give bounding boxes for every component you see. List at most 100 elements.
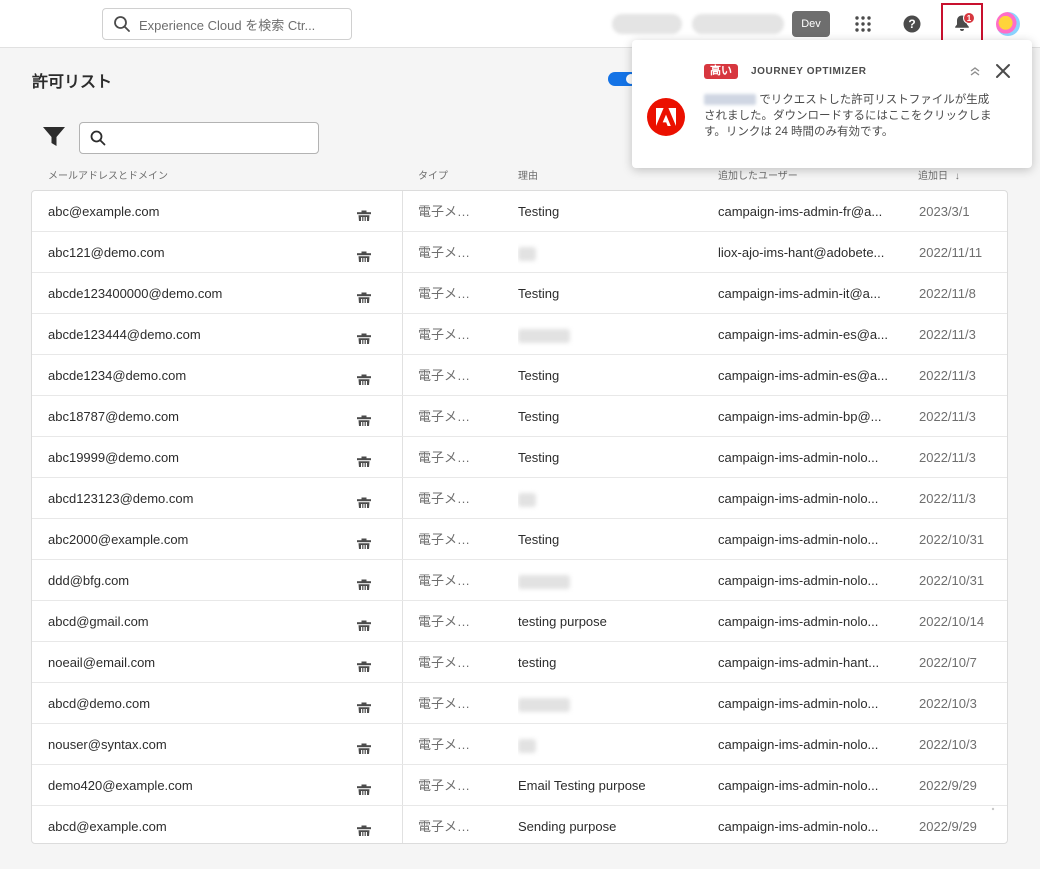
row-type: 電子メ…: [418, 327, 471, 342]
table-row[interactable]: abcd@gmail.com 電子メ… testing purpose campaig…: [32, 601, 1007, 642]
table-row[interactable]: abcd123123@demo.com 電子メ… campaign-ims-admi…: [32, 478, 1007, 519]
delete-icon[interactable]: [356, 613, 374, 631]
table-row[interactable]: abcde1234@demo.com 電子メ… Testing campaign-im…: [32, 355, 1007, 396]
row-added-by: campaign-ims-admin-nolo...: [718, 614, 879, 629]
environment-badge[interactable]: Dev: [792, 11, 830, 37]
delete-icon[interactable]: [356, 531, 374, 549]
column-header-added-date-label: 追加日: [918, 171, 948, 182]
row-email[interactable]: abc121@demo.com: [48, 232, 348, 273]
table-row[interactable]: nouser@syntax.com 電子メ… campaign-ims-admin-…: [32, 724, 1007, 765]
global-search-placeholder: Experience Cloud を検索 Ctr...: [139, 17, 316, 33]
row-reason-redacted: [518, 232, 698, 273]
table-search-input[interactable]: [79, 122, 319, 154]
close-icon[interactable]: [994, 62, 1012, 80]
delete-icon[interactable]: [356, 818, 374, 836]
delete-icon[interactable]: [356, 449, 374, 467]
delete-icon[interactable]: [356, 326, 374, 344]
delete-icon[interactable]: [356, 736, 374, 754]
row-email[interactable]: abcde123444@demo.com: [48, 314, 348, 355]
row-type: 電子メ…: [418, 737, 471, 752]
row-email[interactable]: abcde1234@demo.com: [48, 355, 348, 396]
column-header-added-date[interactable]: 追加日 ↓: [918, 167, 960, 182]
delete-icon[interactable]: [356, 408, 374, 426]
row-email[interactable]: abcd123123@demo.com: [48, 478, 348, 519]
column-header-reason[interactable]: 理由: [518, 167, 538, 182]
mark-read-icon[interactable]: [968, 65, 982, 79]
row-type: 電子メ…: [418, 532, 471, 547]
row-reason: Testing: [518, 286, 560, 301]
row-added-date: 2022/11/3: [919, 450, 976, 465]
row-email[interactable]: abc@example.com: [48, 191, 348, 232]
filter-icon[interactable]: [42, 126, 66, 148]
row-reason-redacted: [518, 683, 698, 724]
table-row[interactable]: ddd@bfg.com 電子メ… campaign-ims-admin-nolo..…: [32, 560, 1007, 601]
org-name-redacted[interactable]: [612, 14, 682, 34]
apps-grid-icon[interactable]: [849, 10, 877, 38]
delete-icon[interactable]: [356, 654, 374, 672]
priority-badge: 高い: [704, 64, 738, 79]
notification-message[interactable]: でリクエストした許可リストファイルが生成されました。ダウンロードするにはここをク…: [704, 92, 994, 140]
table-row[interactable]: abcd@demo.com 電子メ… campaign-ims-admin-nolo…: [32, 683, 1007, 724]
row-reason-redacted: [518, 478, 698, 519]
row-email[interactable]: abcd@example.com: [48, 806, 348, 843]
row-email[interactable]: abc2000@example.com: [48, 519, 348, 560]
row-email[interactable]: noeail@email.com: [48, 642, 348, 683]
row-added-by: campaign-ims-admin-bp@...: [718, 409, 882, 424]
row-type: 電子メ…: [418, 409, 471, 424]
row-type: 電子メ…: [418, 204, 471, 219]
row-reason: testing purpose: [518, 614, 607, 629]
row-email[interactable]: ddd@bfg.com: [48, 560, 348, 601]
column-header-type[interactable]: タイプ: [418, 167, 448, 182]
row-reason: Testing: [518, 409, 560, 424]
sandbox-name-redacted[interactable]: [692, 14, 784, 34]
row-email[interactable]: abcd@demo.com: [48, 683, 348, 724]
table-row[interactable]: noeail@email.com 電子メ… testing campaign-ims-…: [32, 642, 1007, 683]
notification-popover[interactable]: 高い JOURNEY OPTIMIZER でリクエストした許可リストファイルが生…: [632, 40, 1032, 168]
delete-icon[interactable]: [356, 777, 374, 795]
row-added-date: 2022/9/29: [919, 778, 977, 793]
row-added-by: campaign-ims-admin-es@a...: [718, 368, 888, 383]
row-email[interactable]: abc19999@demo.com: [48, 437, 348, 478]
row-email[interactable]: abcde123400000@demo.com: [48, 273, 348, 314]
table-row[interactable]: abcd@example.com 電子メ… Sending purpose campa…: [32, 806, 1007, 843]
svg-text:?: ?: [908, 17, 915, 31]
row-reason: Testing: [518, 204, 560, 219]
delete-icon[interactable]: [356, 244, 374, 262]
row-added-date: 2022/9/29: [919, 819, 977, 834]
row-email[interactable]: abc18787@demo.com: [48, 396, 348, 437]
delete-icon[interactable]: [356, 367, 374, 385]
table-row[interactable]: demo420@example.com 電子メ… Email Testing pur…: [32, 765, 1007, 806]
row-email[interactable]: abcd@gmail.com: [48, 601, 348, 642]
row-reason: testing: [518, 655, 557, 670]
delete-icon[interactable]: [356, 203, 374, 221]
column-header-email[interactable]: メールアドレスとドメイン: [48, 167, 168, 182]
delete-icon[interactable]: [356, 695, 374, 713]
sort-descending-icon: ↓: [954, 171, 960, 182]
row-added-by: liox-ajo-ims-hant@adobete...: [718, 245, 885, 260]
resize-handle-icon[interactable]: [990, 806, 996, 812]
delete-icon[interactable]: [356, 572, 374, 590]
help-icon[interactable]: ?: [898, 10, 926, 38]
row-added-date: 2022/11/3: [919, 409, 976, 424]
table-row[interactable]: abc2000@example.com 電子メ… Testing campaign-i…: [32, 519, 1007, 560]
table-row[interactable]: abc@example.com 電子メ… Testing campaign-ims-a…: [32, 191, 1007, 232]
delete-icon[interactable]: [356, 490, 374, 508]
delete-icon[interactable]: [356, 285, 374, 303]
row-added-by: campaign-ims-admin-hant...: [718, 655, 880, 670]
global-search-input[interactable]: Experience Cloud を検索 Ctr...: [102, 8, 352, 40]
row-email[interactable]: demo420@example.com: [48, 765, 348, 806]
table-row[interactable]: abcde123400000@demo.com 電子メ… Testing campai…: [32, 273, 1007, 314]
table-search-field[interactable]: [112, 130, 312, 146]
column-header-added-by[interactable]: 追加したユーザー: [718, 167, 798, 182]
table-row[interactable]: abc19999@demo.com 電子メ… Testing campaign-ims…: [32, 437, 1007, 478]
row-added-date: 2022/11/3: [919, 368, 976, 383]
search-icon: [90, 130, 106, 146]
table-row[interactable]: abc121@demo.com 電子メ… liox-ajo-ims-hant@ado…: [32, 232, 1007, 273]
row-email[interactable]: nouser@syntax.com: [48, 724, 348, 765]
table-row[interactable]: abcde123444@demo.com 電子メ… campaign-ims-adm…: [32, 314, 1007, 355]
row-type: 電子メ…: [418, 491, 471, 506]
table-row[interactable]: abc18787@demo.com 電子メ… Testing campaign-ims…: [32, 396, 1007, 437]
notifications-button[interactable]: 1: [941, 3, 983, 42]
row-reason: Testing: [518, 450, 560, 465]
user-avatar[interactable]: [996, 12, 1020, 36]
